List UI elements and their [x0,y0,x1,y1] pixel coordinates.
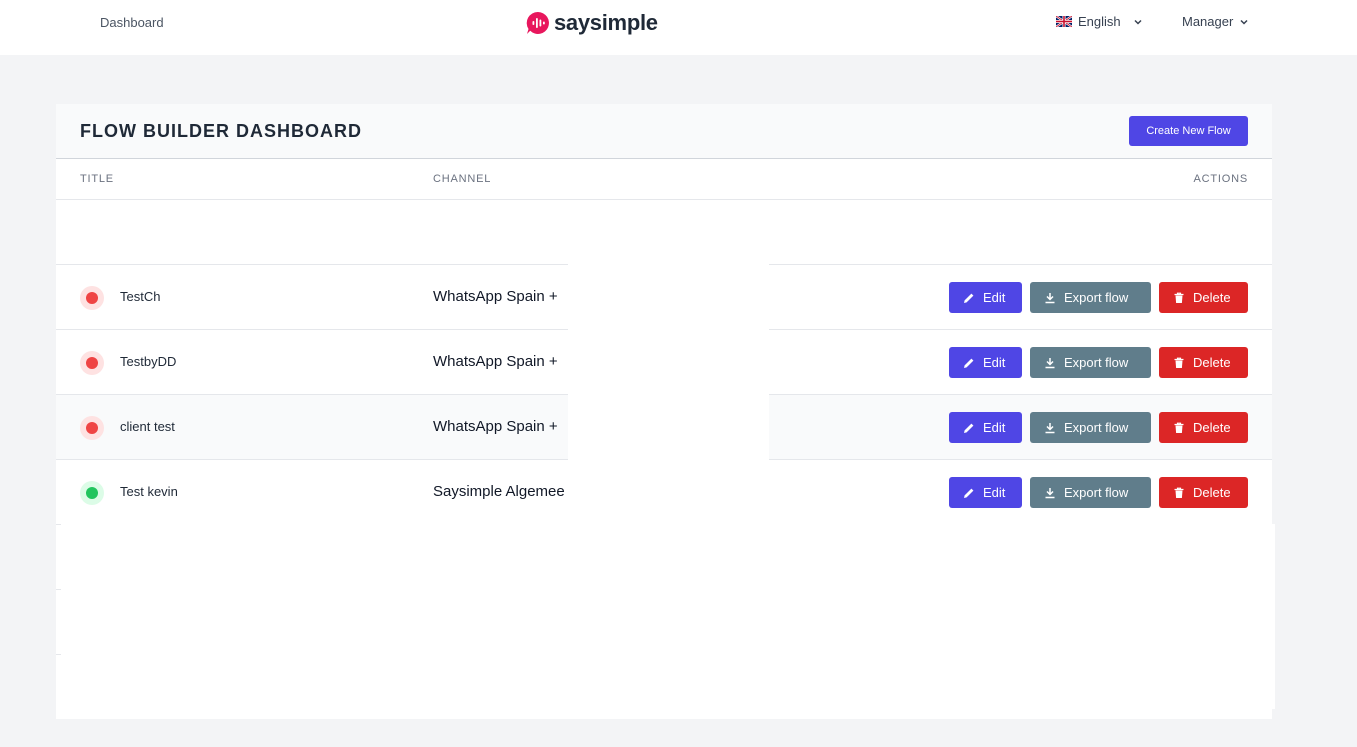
pencil-icon [964,423,974,433]
top-navbar: Dashboard saysimple English Manager [0,0,1357,55]
user-menu[interactable]: Manager [1182,14,1249,29]
language-label: English [1078,14,1121,29]
pencil-icon [964,293,974,303]
trash-icon [1174,487,1184,498]
pencil-icon [964,488,974,498]
language-selector[interactable]: English [1056,14,1143,29]
delete-button[interactable]: Delete [1159,282,1248,313]
row-actions: Edit Export flow Delete [949,347,1248,378]
trash-icon [1174,292,1184,303]
flow-channel: WhatsApp Spain + [433,288,558,305]
row-actions: Edit Export flow Delete [949,477,1248,508]
export-flow-button[interactable]: Export flow [1030,477,1151,508]
flow-title: client test [120,419,175,434]
nav-dashboard-link[interactable]: Dashboard [100,15,164,30]
download-icon [1045,292,1055,303]
trash-icon [1174,422,1184,433]
row-actions: Edit Export flow Delete [949,282,1248,313]
flow-title: TestCh [120,289,161,304]
logo-text: saysimple [554,10,658,35]
flow-title: Test kevin [120,484,178,499]
blank-lower-panel [61,524,1275,709]
export-flow-button[interactable]: Export flow [1030,347,1151,378]
download-icon [1045,487,1055,498]
row-divider [56,654,61,655]
download-icon [1045,422,1055,433]
chevron-down-icon [1240,19,1248,25]
flow-channel: WhatsApp Spain + [433,353,558,370]
edit-button[interactable]: Edit [949,412,1022,443]
card-header: FLOW BUILDER DASHBOARD Create New Flow [56,104,1272,159]
page-title: FLOW BUILDER DASHBOARD [80,121,362,141]
column-header-channel: CHANNEL [433,173,492,185]
flow-channel: WhatsApp Spain + [433,418,558,435]
edit-button[interactable]: Edit [949,347,1022,378]
table-header: TITLE CHANNEL ACTIONS [56,159,1272,200]
row-actions: Edit Export flow Delete [949,412,1248,443]
edit-button[interactable]: Edit [949,282,1022,313]
flow-channel: Saysimple Algemee [433,483,565,500]
delete-button[interactable]: Delete [1159,477,1248,508]
edit-button[interactable]: Edit [949,477,1022,508]
create-new-flow-button[interactable]: Create New Flow [1129,116,1248,146]
download-icon [1045,357,1055,368]
status-indicator-active [80,481,104,505]
user-menu-label: Manager [1182,14,1234,29]
uk-flag-icon [1056,16,1072,27]
column-header-title: TITLE [80,173,114,185]
pencil-icon [964,358,974,368]
export-flow-button[interactable]: Export flow [1030,282,1151,313]
flow-title: TestbyDD [120,354,177,369]
empty-table-row [56,200,1272,265]
status-indicator-inactive [80,351,104,375]
trash-icon [1174,357,1184,368]
blank-overlay [568,264,769,524]
export-flow-button[interactable]: Export flow [1030,412,1151,443]
column-header-actions: ACTIONS [1193,173,1248,185]
delete-button[interactable]: Delete [1159,412,1248,443]
delete-button[interactable]: Delete [1159,347,1248,378]
status-indicator-inactive [80,286,104,310]
row-divider [56,589,61,590]
chevron-down-icon [1134,19,1142,25]
saysimple-logo-icon [526,11,549,34]
status-indicator-inactive [80,416,104,440]
saysimple-logo[interactable]: saysimple [526,9,658,37]
